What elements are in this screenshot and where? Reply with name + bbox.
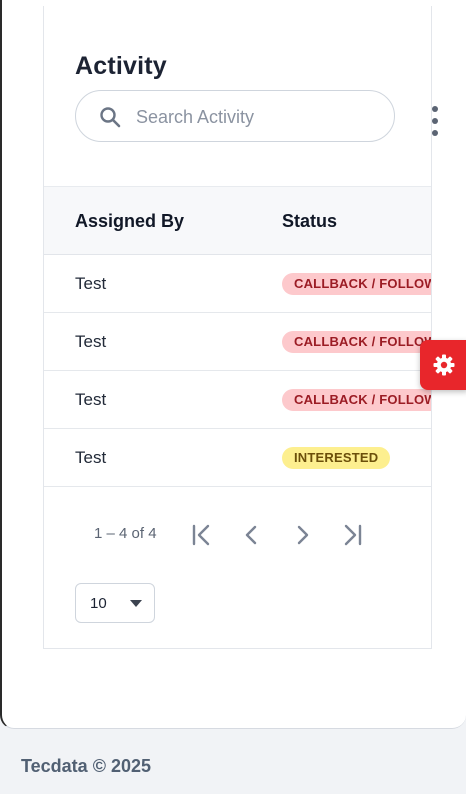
status-badge: INTERESTED bbox=[282, 447, 391, 469]
footer-copyright: Tecdata © 2025 bbox=[21, 756, 151, 776]
table-header: Assigned By Status bbox=[44, 186, 431, 255]
assigned-by-cell: Test bbox=[75, 390, 107, 409]
status-badge: CALLBACK / FOLLOWUP bbox=[282, 331, 431, 353]
settings-button[interactable] bbox=[420, 340, 466, 390]
gear-icon bbox=[433, 354, 455, 376]
previous-page-icon[interactable] bbox=[239, 522, 265, 548]
status-badge: CALLBACK / FOLLOWUP bbox=[282, 273, 431, 295]
more-options-icon[interactable] bbox=[430, 106, 440, 136]
assigned-by-cell: Test bbox=[75, 274, 107, 293]
pagination-range: 1 – 4 of 4 bbox=[94, 525, 157, 542]
search-icon bbox=[100, 107, 121, 128]
assigned-by-cell: Test bbox=[75, 448, 107, 467]
activity-card: Activity Assigned By Status Test CALLBAC… bbox=[43, 6, 432, 649]
table-row[interactable]: Test CALLBACK / FOLLOWUP bbox=[44, 371, 431, 429]
table-row[interactable]: Test INTERESTED bbox=[44, 429, 431, 487]
card-title: Activity bbox=[75, 52, 167, 80]
search-input[interactable] bbox=[136, 104, 376, 130]
column-header-assigned-by[interactable]: Assigned By bbox=[75, 211, 184, 232]
main-content: Activity Assigned By Status Test CALLBAC… bbox=[0, 0, 466, 729]
items-per-page-value: 10 bbox=[90, 595, 107, 612]
chevron-down-icon bbox=[130, 600, 142, 607]
last-page-icon[interactable] bbox=[339, 522, 365, 548]
column-header-status[interactable]: Status bbox=[282, 211, 337, 232]
table-row[interactable]: Test CALLBACK / FOLLOWUP bbox=[44, 313, 431, 371]
assigned-by-cell: Test bbox=[75, 332, 107, 351]
items-per-page-select[interactable]: 10 bbox=[75, 583, 155, 623]
first-page-icon[interactable] bbox=[189, 522, 215, 548]
status-badge: CALLBACK / FOLLOWUP bbox=[282, 389, 431, 411]
table-row[interactable]: Test CALLBACK / FOLLOWUP bbox=[44, 255, 431, 313]
next-page-icon[interactable] bbox=[289, 522, 315, 548]
search-box[interactable] bbox=[75, 90, 395, 142]
